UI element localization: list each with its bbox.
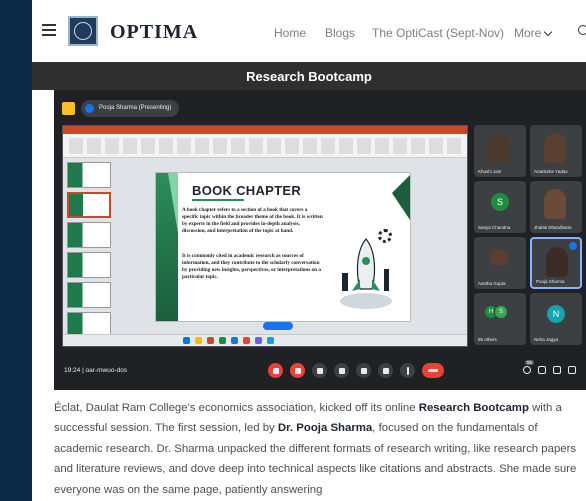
- presenter-bar: Pooja Sharma (Presenting): [62, 98, 180, 118]
- speaking-icon: [569, 242, 577, 250]
- logo[interactable]: [68, 16, 98, 46]
- meeting-controls: 19:24 | oar-mwuo-dos 95: [54, 358, 586, 386]
- meeting-clock: 19:24 | oar-mwuo-dos: [64, 367, 128, 374]
- nav-more-label: More: [514, 26, 542, 40]
- nav-opticast[interactable]: The OptiCast (Sept-Nov): [372, 26, 504, 40]
- presenting-pill: Pooja Sharma (Presenting): [81, 99, 180, 117]
- participant-name: Sanya Chandna: [478, 225, 511, 230]
- participant-name: Pooja Sharma: [536, 279, 565, 284]
- slide-title: BOOK CHAPTER: [192, 183, 302, 198]
- present-icon: [62, 101, 75, 115]
- others-tile[interactable]: H S 85 others: [474, 293, 526, 345]
- site-header: OPTIMA Home Blogs The OptiCast (Sept-Nov…: [32, 0, 586, 62]
- windows-taskbar: [63, 334, 467, 346]
- participant-name: Khushi Jain: [478, 169, 502, 174]
- participant-tile[interactable]: Jhalak Dhandharia: [530, 181, 582, 233]
- avatar: S: [494, 305, 508, 319]
- participant-avatar: N: [547, 305, 565, 323]
- zoom-indicator: [263, 322, 293, 330]
- side-controls: [523, 366, 576, 374]
- leave-call-button[interactable]: [422, 363, 444, 378]
- participant-avatar: S: [491, 193, 509, 211]
- meeting-screenshot: Pooja Sharma (Presenting) BOOK CHAPTER A…: [54, 90, 586, 390]
- slide-thumbnails: [67, 162, 115, 338]
- emoji-button[interactable]: [334, 363, 349, 378]
- participant-tile-speaking[interactable]: Pooja Sharma: [530, 237, 582, 289]
- article-bold: Dr. Pooja Sharma: [277, 422, 373, 435]
- banner-title: Research Bootcamp: [246, 68, 372, 84]
- presenting-label: Pooja Sharma (Presenting): [99, 105, 172, 111]
- participant-tile[interactable]: S Sanya Chandna: [474, 181, 526, 233]
- shared-screen: BOOK CHAPTER A book chapter refers to a …: [62, 125, 468, 347]
- slide-paragraph-1: A book chapter refers to a section of a …: [182, 207, 323, 234]
- article-bold: Research Bootcamp: [418, 402, 529, 414]
- menu-icon[interactable]: [42, 24, 56, 36]
- participant-tile[interactable]: Aastha Gupta: [474, 237, 526, 289]
- participant-name: Neha Jagya: [534, 337, 559, 342]
- participant-name: Aastha Gupta: [478, 281, 506, 286]
- ppt-ribbon: [63, 126, 467, 158]
- participant-tile[interactable]: Anankshe Yadav: [530, 125, 582, 177]
- participant-name: Anankshe Yadav: [534, 169, 568, 174]
- chevron-down-icon: [544, 27, 553, 36]
- camera-off-button[interactable]: [290, 363, 305, 378]
- nav-blogs[interactable]: Blogs: [325, 26, 355, 40]
- people-count-badge: 95: [524, 360, 534, 365]
- others-avatars: H S: [484, 305, 508, 319]
- mic-off-button[interactable]: [268, 363, 283, 378]
- participant-name: Jhalak Dhandharia: [534, 225, 572, 230]
- article-body: Éclat, Daulat Ram College's economics as…: [54, 398, 582, 500]
- page: OPTIMA Home Blogs The OptiCast (Sept-Nov…: [32, 0, 586, 501]
- brand-name[interactable]: OPTIMA: [110, 21, 198, 44]
- captions-button[interactable]: [312, 363, 327, 378]
- nav-more[interactable]: More: [514, 26, 553, 40]
- presenter-avatar: [85, 103, 94, 113]
- nav-home[interactable]: Home: [274, 26, 306, 40]
- banner: Research Bootcamp: [32, 62, 586, 90]
- slide-paragraph-2: It is commonly cited in academic researc…: [182, 253, 321, 280]
- raise-hand-button[interactable]: [378, 363, 393, 378]
- people-icon[interactable]: [538, 366, 546, 374]
- control-buttons: [268, 363, 444, 378]
- present-button[interactable]: [356, 363, 371, 378]
- current-slide: BOOK CHAPTER A book chapter refers to a …: [155, 172, 411, 322]
- rocket-illustration: [340, 238, 392, 309]
- chat-icon[interactable]: [553, 366, 561, 374]
- participant-tile[interactable]: Khushi Jain: [474, 125, 526, 177]
- info-icon[interactable]: [523, 366, 531, 374]
- participant-tile[interactable]: N Neha Jagya: [530, 293, 582, 345]
- search-icon[interactable]: [578, 25, 586, 35]
- activities-icon[interactable]: [568, 366, 576, 374]
- participant-name: 85 others: [478, 337, 497, 342]
- more-options-button[interactable]: [400, 363, 415, 378]
- article-text: Éclat, Daulat Ram College's economics as…: [54, 402, 419, 414]
- participant-tiles: Khushi Jain Anankshe Yadav S Sanya Chand…: [474, 125, 584, 347]
